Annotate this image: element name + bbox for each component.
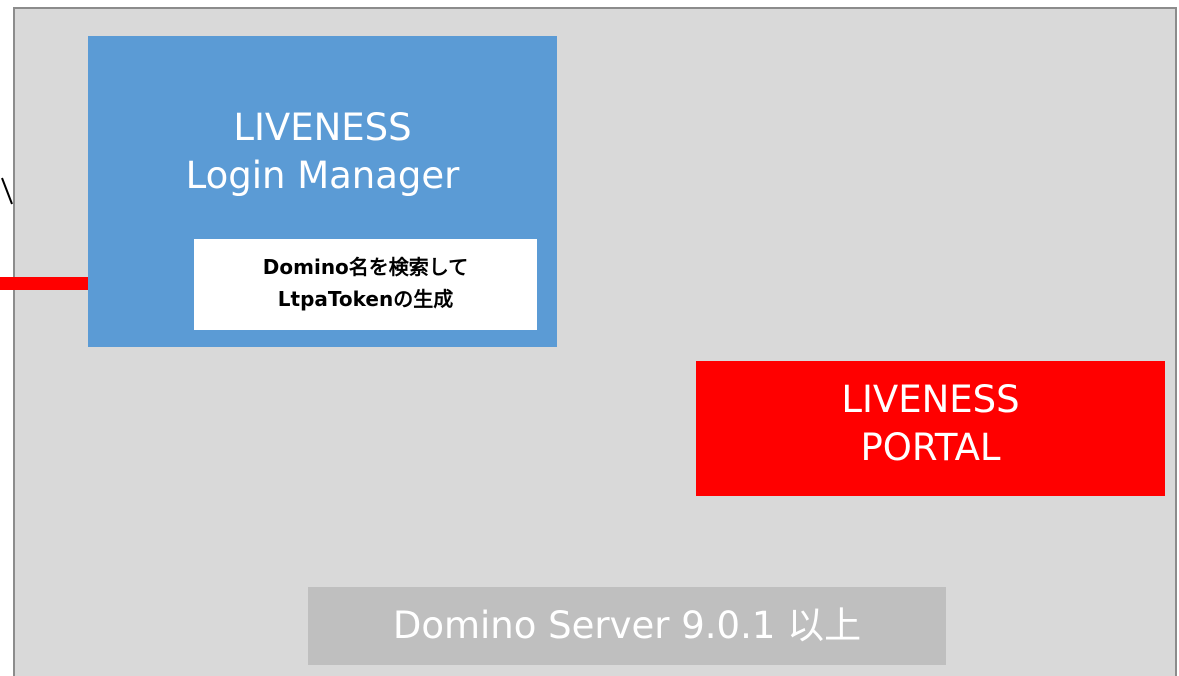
portal-title-line2: PORTAL bbox=[860, 426, 1001, 469]
connector-line-fragment bbox=[1, 177, 13, 205]
domino-server-label: Domino Server 9.0.1 以上 bbox=[308, 587, 946, 665]
note-line1: Domino名を検索して bbox=[262, 255, 469, 279]
liveness-portal-box: LIVENESS PORTAL bbox=[696, 361, 1165, 496]
login-manager-title-line1: LIVENESS bbox=[233, 106, 412, 149]
portal-title-line1: LIVENESS bbox=[841, 378, 1020, 421]
ltpa-token-note: Domino名を検索して LtpaTokenの生成 bbox=[194, 239, 537, 330]
diagram-canvas: LIVENESS Login Manager Domino名を検索して Ltpa… bbox=[0, 0, 1179, 676]
login-manager-box: LIVENESS Login Manager Domino名を検索して Ltpa… bbox=[88, 36, 557, 347]
login-manager-title: LIVENESS Login Manager bbox=[88, 104, 557, 200]
login-manager-title-line2: Login Manager bbox=[185, 154, 460, 197]
note-line2: LtpaTokenの生成 bbox=[277, 287, 454, 311]
